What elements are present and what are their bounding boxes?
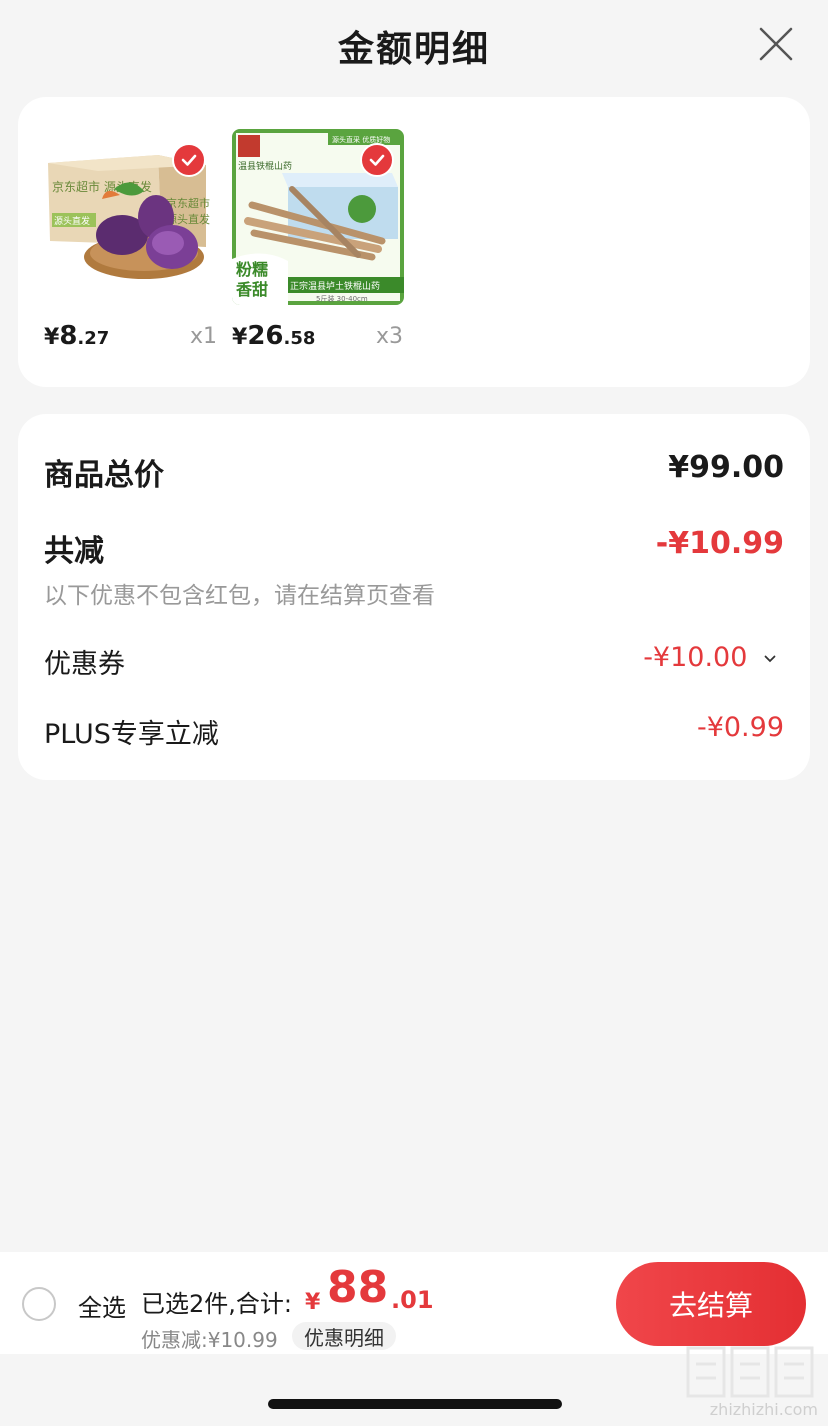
coupon-row[interactable]: 优惠券 -¥10.00	[44, 642, 784, 680]
reduction-note: 以下优惠不包含红包，请在结算页查看	[44, 583, 435, 609]
price-cents: .27	[77, 328, 110, 349]
watermark-text: zhizhizhi.com	[709, 1400, 818, 1419]
total-integer: 88	[327, 1262, 389, 1313]
total-symbol: ¥	[305, 1290, 321, 1315]
checkout-button[interactable]: 去结算	[616, 1262, 806, 1346]
plus-discount-value: -¥0.99	[696, 712, 784, 743]
price-symbol: ¥	[44, 325, 60, 350]
price-integer: 26	[247, 321, 284, 351]
product-price-row: ¥26.58 x3	[232, 317, 432, 351]
yam-brand-text: 温县铁棍山药	[238, 160, 292, 172]
total-price-label: 商品总价	[44, 458, 164, 493]
plus-discount-label: PLUS专享立减	[44, 719, 219, 750]
coupon-label: 优惠券	[44, 649, 125, 680]
product-image-sweet-potato: 京东超市 源头直发 京东超市 源头直发 源头直发	[44, 129, 216, 305]
selected-check[interactable]	[360, 143, 394, 177]
discount-detail-button[interactable]: 优惠明细	[292, 1322, 396, 1350]
price-summary-card: 商品总价 ¥99.00 共减 -¥10.99 以下优惠不包含红包，请在结算页查看…	[18, 414, 810, 780]
select-all-radio[interactable]	[22, 1287, 56, 1321]
chevron-down-icon	[764, 655, 776, 662]
page-title: 金额明细	[337, 29, 490, 70]
coupon-value: -¥10.00	[643, 642, 748, 673]
total-price-value: ¥99.00	[668, 450, 784, 485]
product-item-yam[interactable]: 源头直采 优质好物 温县铁棍山药 粉糯 香甜 正宗温县垆土铁棍山药 5斤装 30…	[232, 129, 404, 351]
price-symbol: ¥	[232, 325, 248, 350]
yam-banner-sub: 5斤装 30-40cm	[316, 294, 368, 303]
selected-check[interactable]	[172, 143, 206, 177]
yam-banner-text: 正宗温县垆土铁棍山药	[290, 280, 380, 292]
total-decimal: .01	[391, 1286, 434, 1314]
total-price-row: 商品总价 ¥99.00	[44, 450, 784, 493]
yam-corner-badge-2: 香甜	[235, 280, 268, 299]
select-all-label[interactable]: 全选	[78, 1288, 126, 1323]
product-quantity: x1	[190, 324, 218, 349]
close-button[interactable]	[758, 26, 794, 62]
price-integer: 8	[59, 321, 78, 351]
product-price: ¥26.58	[232, 321, 315, 351]
box-side-text-1: 京东超市	[166, 196, 210, 210]
checkout-bar: 全选 已选2件,合计: ¥ 88 .01 优惠减:¥10.99 优惠明细 去结算	[0, 1252, 828, 1354]
box-tag: 源头直发	[54, 215, 90, 227]
discount-amount: 优惠减:¥10.99	[141, 1328, 278, 1352]
coupon-value-group[interactable]: -¥10.00	[643, 642, 776, 673]
yam-corner-badge-1: 粉糯	[236, 260, 268, 279]
product-image-yam: 源头直采 优质好物 温县铁棍山药 粉糯 香甜 正宗温县垆土铁棍山药 5斤装 30…	[232, 129, 404, 305]
plus-discount-row: PLUS专享立减 -¥0.99	[44, 712, 784, 750]
product-item-sweet-potato[interactable]: 京东超市 源头直发 京东超市 源头直发 源头直发 ¥8.27 x1	[44, 129, 217, 351]
products-card: 京东超市 源头直发 京东超市 源头直发 源头直发 ¥8.27 x1 源头直采 优…	[18, 97, 810, 387]
selected-count-text: 已选2件,合计:	[141, 1290, 292, 1318]
price-cents: .58	[283, 328, 316, 349]
amount-detail-sheet: 金额明细 京东超市 源头直发 京东超市 源头直发 源头直发 ¥8.27 x1 源…	[0, 0, 828, 1426]
sheet-header: 金额明细	[0, 0, 828, 92]
total-reduction-value: -¥10.99	[655, 526, 784, 561]
product-price: ¥8.27	[44, 321, 109, 351]
total-reduction-label: 共减	[44, 534, 104, 569]
product-price-row: ¥8.27 x1	[44, 317, 244, 351]
total-reduction-row: 共减 -¥10.99	[44, 526, 784, 569]
home-indicator	[268, 1399, 562, 1409]
check-icon	[181, 154, 197, 166]
close-icon	[759, 27, 793, 61]
product-quantity: x3	[376, 324, 404, 349]
reduction-note-row: 以下优惠不包含红包，请在结算页查看	[44, 576, 784, 609]
check-icon	[369, 154, 385, 166]
